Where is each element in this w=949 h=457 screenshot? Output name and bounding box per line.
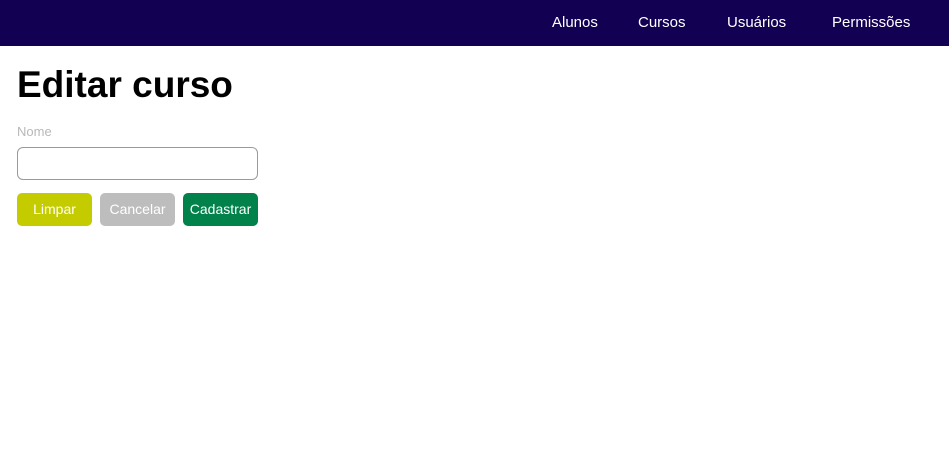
name-input[interactable] <box>17 147 258 180</box>
top-navbar: Alunos Cursos Usuários Permissões <box>0 0 949 46</box>
cancel-button[interactable]: Cancelar <box>100 193 175 226</box>
nav-item-permissoes[interactable]: Permissões <box>832 0 910 46</box>
nav-item-usuarios[interactable]: Usuários <box>727 0 786 46</box>
clear-button[interactable]: Limpar <box>17 193 92 226</box>
nav-item-alunos[interactable]: Alunos <box>552 0 598 46</box>
nav-item-cursos[interactable]: Cursos <box>638 0 686 46</box>
submit-button[interactable]: Cadastrar <box>183 193 258 226</box>
name-field-label: Nome <box>17 124 52 139</box>
page-title: Editar curso <box>17 64 233 105</box>
